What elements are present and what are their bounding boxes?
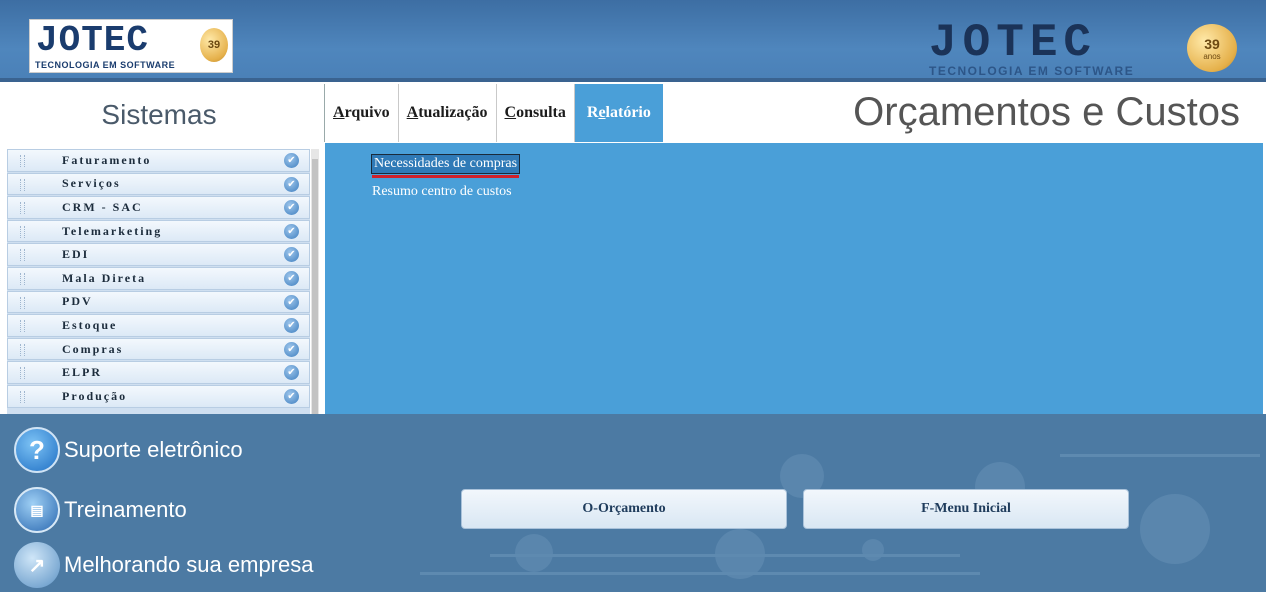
improve-business-link-label: Melhorando sua empresa bbox=[64, 552, 314, 577]
logo-right-word: JOTEC bbox=[929, 17, 1098, 69]
anniversary-badge-right: 39 anos bbox=[1187, 24, 1237, 72]
footer-decoration bbox=[515, 534, 553, 572]
drag-handle-icon bbox=[20, 367, 25, 380]
menu-arquivo[interactable]: Arquivo bbox=[324, 84, 398, 142]
module-item[interactable]: CRM - SAC ✔ bbox=[7, 196, 310, 219]
module-item-label: Mala Direta bbox=[62, 270, 147, 285]
drag-handle-icon bbox=[20, 202, 25, 215]
module-item[interactable]: ELPR ✔ bbox=[7, 361, 310, 384]
badge-left-number: 39 bbox=[207, 39, 221, 51]
drag-handle-icon bbox=[20, 225, 25, 238]
drag-handle-icon bbox=[20, 272, 25, 285]
check-circle-icon: ✔ bbox=[284, 247, 299, 263]
drag-handle-icon bbox=[20, 343, 25, 356]
module-item-label: Faturamento bbox=[62, 152, 152, 167]
help-icon: ? bbox=[14, 427, 60, 473]
module-item-label: PDV bbox=[62, 294, 93, 309]
menu-atualizacao-rest: tualização bbox=[418, 104, 488, 121]
support-link[interactable]: ? Suporte eletrônico bbox=[14, 427, 243, 473]
menu-relatorio-rest: latório bbox=[605, 104, 651, 121]
module-item-label: EDI bbox=[62, 247, 90, 262]
orcamento-button[interactable]: O-Orçamento bbox=[461, 489, 787, 529]
menu-relatorio[interactable]: Re latório bbox=[573, 84, 663, 142]
menu-arquivo-key: A bbox=[333, 104, 345, 121]
submenu-item-resumo-centro-de-custos[interactable]: Resumo centro de custos bbox=[372, 184, 512, 200]
scrollbar-thumb[interactable] bbox=[312, 159, 318, 414]
drag-handle-icon bbox=[20, 155, 25, 167]
footer-decoration bbox=[1140, 494, 1210, 564]
menu-consulta-rest: onsulta bbox=[516, 104, 566, 121]
module-item[interactable]: Faturamento ✔ bbox=[7, 149, 310, 172]
menu-consulta-key: C bbox=[504, 104, 517, 121]
drag-handle-icon bbox=[20, 249, 25, 262]
check-circle-icon: ✔ bbox=[284, 388, 299, 404]
module-item[interactable]: Estoque ✔ bbox=[7, 314, 310, 337]
training-icon: ▤ bbox=[14, 487, 60, 533]
badge-right-number: 39 bbox=[1204, 35, 1220, 52]
submenu-item-necessidades-de-compras[interactable]: Necessidades de compras bbox=[371, 154, 521, 178]
check-circle-icon: ✔ bbox=[284, 318, 299, 334]
footer-decoration bbox=[490, 554, 960, 557]
menu-atualizacao[interactable]: Atualização bbox=[397, 84, 496, 142]
module-item-label: ELPR bbox=[62, 365, 103, 380]
logo-right-tagline: TECNOLOGIA EM SOFTWARE bbox=[929, 64, 1135, 78]
support-link-label: Suporte eletrônico bbox=[64, 437, 243, 462]
module-list: Faturamento ✔ Serviços ✔ CRM - SAC ✔ Telemarke… bbox=[7, 149, 310, 414]
footer-decoration bbox=[1060, 454, 1260, 457]
module-item[interactable]: Telemarketing ✔ bbox=[7, 219, 310, 243]
logo-left-tagline: TECNOLOGIA EM SOFTWARE bbox=[35, 60, 176, 70]
module-item[interactable]: Mala Direta ✔ bbox=[7, 266, 310, 290]
module-item-label: CRM - SAC bbox=[62, 199, 143, 214]
badge-right-sub: anos bbox=[1203, 51, 1221, 61]
menu-atualizacao-key: A bbox=[406, 104, 419, 121]
training-link-label: Treinamento bbox=[64, 497, 187, 522]
drag-handle-icon bbox=[20, 296, 25, 309]
improve-business-link[interactable]: ↗ Melhorando sua empresa bbox=[14, 542, 313, 588]
menu-consulta[interactable]: Consulta bbox=[495, 84, 574, 142]
module-item[interactable]: EDI ✔ bbox=[7, 243, 310, 266]
check-circle-icon: ✔ bbox=[284, 365, 299, 381]
module-item-label: Compras bbox=[62, 341, 124, 356]
check-circle-icon: ✔ bbox=[284, 270, 299, 286]
sidebar-title: Sistemas bbox=[101, 99, 217, 130]
footer: ? Suporte eletrônico ▤ Treinamento ↗ Mel… bbox=[0, 414, 1266, 592]
training-link[interactable]: ▤ Treinamento bbox=[14, 487, 187, 533]
jotec-logo-left: JOTEC TECNOLOGIA EM SOFTWARE 39 bbox=[29, 19, 233, 73]
menu-arquivo-rest: rquivo bbox=[344, 104, 390, 121]
check-circle-icon: ✔ bbox=[284, 223, 299, 239]
footer-decoration bbox=[862, 539, 884, 561]
growth-chart-icon: ↗ bbox=[14, 542, 60, 588]
submenu-panel: Necessidades de compras Resumo centro de… bbox=[325, 143, 1263, 414]
menu-relatorio-pre: R bbox=[586, 104, 599, 121]
footer-decoration bbox=[420, 572, 980, 575]
module-item[interactable]: Serviços ✔ bbox=[7, 172, 310, 196]
check-circle-icon: ✔ bbox=[284, 153, 299, 168]
menu-bar: Arquivo Atualização Consulta Re latório bbox=[324, 84, 663, 142]
module-item-label: Produção bbox=[62, 388, 128, 403]
module-item[interactable]: PDV ✔ bbox=[7, 290, 310, 314]
module-item[interactable]: Compras ✔ bbox=[7, 337, 310, 361]
check-circle-icon: ✔ bbox=[284, 176, 299, 192]
anniversary-badge-left: 39 bbox=[200, 28, 228, 62]
check-circle-icon: ✔ bbox=[284, 294, 299, 310]
logo-left-word: JOTEC bbox=[36, 20, 150, 61]
page-title: Orçamentos e Custos bbox=[853, 89, 1240, 134]
drag-handle-icon bbox=[20, 390, 25, 403]
module-item[interactable]: Produção ✔ bbox=[7, 384, 310, 408]
check-circle-icon: ✔ bbox=[284, 341, 299, 357]
drag-handle-icon bbox=[20, 178, 25, 191]
menu-relatorio-key: e bbox=[598, 104, 606, 121]
module-item-label: Serviços bbox=[62, 176, 121, 191]
module-item-label: Estoque bbox=[62, 317, 118, 332]
module-item-label: Telemarketing bbox=[62, 223, 163, 238]
header-banner: JOTEC TECNOLOGIA EM SOFTWARE 39 JOTEC TE… bbox=[0, 0, 1266, 82]
check-circle-icon: ✔ bbox=[284, 200, 299, 216]
jotec-logo-right: JOTEC TECNOLOGIA EM SOFTWARE bbox=[927, 20, 1177, 82]
menu-inicial-button[interactable]: F-Menu Inicial bbox=[803, 489, 1129, 529]
module-list-scrollbar[interactable] bbox=[311, 149, 319, 414]
drag-handle-icon bbox=[20, 320, 25, 333]
